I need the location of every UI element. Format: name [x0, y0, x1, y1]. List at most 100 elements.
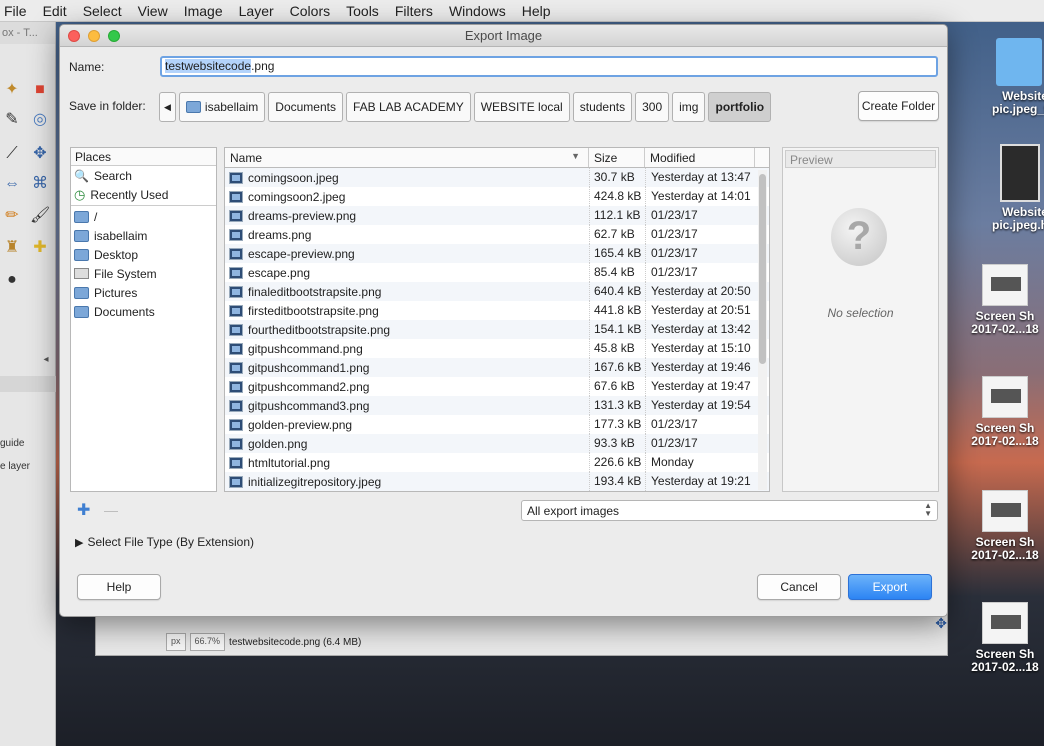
- desktop-icon-screenshot-3[interactable]: Screen Sh 2017-02...18: [960, 490, 1044, 562]
- path-back-icon[interactable]: ◀: [159, 92, 176, 122]
- menu-help[interactable]: Help: [514, 3, 559, 19]
- minimize-window-icon[interactable]: [88, 30, 100, 42]
- filename-input[interactable]: testwebsitecode.png: [160, 56, 938, 77]
- file-row[interactable]: comingsoon.jpeg 30.7 kB Yesterday at 13:47: [225, 168, 769, 187]
- file-name: fourtheditbootstrapsite.png: [248, 322, 391, 337]
- collapse-icon[interactable]: ◂: [36, 350, 56, 370]
- heal-tool-icon[interactable]: ✚: [30, 238, 50, 258]
- filter-value: All export images: [527, 504, 620, 518]
- crumb-portfolio[interactable]: portfolio: [708, 92, 772, 122]
- desktop-icon-website-jpeg[interactable]: Website pic.jpeg_f...: [980, 38, 1044, 116]
- column-size[interactable]: Size: [589, 148, 645, 167]
- unit-select[interactable]: px: [166, 633, 186, 651]
- file-row[interactable]: fourtheditbootstrapsite.png 154.1 kB Yeste…: [225, 320, 769, 339]
- place-root[interactable]: /: [71, 207, 216, 226]
- file-row[interactable]: gitpushcommand2.png 67.6 kB Yesterday at 1…: [225, 377, 769, 396]
- stamp-tool-icon[interactable]: ♜: [2, 238, 22, 258]
- crumb-isabellaim[interactable]: isabellaim: [178, 92, 266, 122]
- place-pictures[interactable]: Pictures: [71, 283, 216, 302]
- desktop-icon-website-html[interactable]: Website pic.jpeg.h...: [980, 144, 1044, 232]
- menu-file[interactable]: File: [0, 3, 35, 19]
- picker-tool-icon[interactable]: ✎: [2, 110, 22, 130]
- file-list-scrollbar[interactable]: [758, 170, 767, 490]
- file-type-expander[interactable]: ▶ Select File Type (By Extension): [75, 535, 254, 549]
- crumb-students[interactable]: students: [572, 92, 633, 122]
- zoom-select[interactable]: 66.7%: [189, 633, 226, 651]
- place-documents[interactable]: Documents: [71, 302, 216, 321]
- file-filter-select[interactable]: All export images ▲ ▼: [521, 500, 938, 521]
- column-name[interactable]: Name ▼: [225, 148, 589, 167]
- place-isabellaim[interactable]: isabellaim: [71, 226, 216, 245]
- add-bookmark-icon[interactable]: ✚: [77, 500, 90, 520]
- export-button[interactable]: Export: [848, 574, 932, 600]
- remove-bookmark-icon[interactable]: —: [104, 502, 118, 518]
- cancel-button[interactable]: Cancel: [757, 574, 841, 600]
- measure-tool-icon[interactable]: ⟋: [2, 144, 22, 164]
- menu-filters[interactable]: Filters: [387, 3, 441, 19]
- question-mark-icon: ?: [831, 208, 887, 266]
- folder-icon: [74, 305, 89, 318]
- file-row[interactable]: gitpushcommand3.png 131.3 kB Yesterday at …: [225, 396, 769, 415]
- crumb-300[interactable]: 300: [635, 92, 670, 122]
- smudge-tool-icon[interactable]: ●: [2, 270, 22, 290]
- menu-colors[interactable]: Colors: [282, 3, 338, 19]
- file-size-cell: 167.6 kB: [589, 358, 645, 377]
- zoom-tool-icon[interactable]: ◎: [30, 110, 50, 130]
- scrollbar-thumb[interactable]: [759, 174, 766, 364]
- move-tool-icon[interactable]: ✥: [30, 144, 50, 164]
- file-row[interactable]: golden.png 93.3 kB 01/23/17: [225, 434, 769, 453]
- file-row[interactable]: gitpushcommand.png 45.8 kB Yesterday at 15…: [225, 339, 769, 358]
- file-row[interactable]: finaleditbootstrapsite.png 640.4 kB Yester…: [225, 282, 769, 301]
- dialog-titlebar: Export Image: [60, 25, 947, 47]
- align-tool-icon[interactable]: ⇔: [2, 174, 22, 194]
- crumb-fab-lab-academy[interactable]: FAB LAB ACADEMY: [345, 92, 471, 122]
- file-row[interactable]: escape.png 85.4 kB 01/23/17: [225, 263, 769, 282]
- file-row[interactable]: dreams.png 62.7 kB 01/23/17: [225, 225, 769, 244]
- transform-tool-icon[interactable]: ⌘: [30, 174, 50, 194]
- column-modified[interactable]: Modified: [645, 148, 755, 167]
- file-name: dreams-preview.png: [248, 208, 357, 223]
- file-name: finaleditbootstrapsite.png: [248, 284, 382, 299]
- place-recently-used[interactable]: ◷ Recently Used: [71, 185, 216, 204]
- brush-tool-icon[interactable]: 🖌: [30, 206, 50, 226]
- desktop-icon-label: Screen Sh 2017-02...18: [971, 421, 1039, 448]
- wand-tool-icon[interactable]: ✦: [2, 80, 22, 100]
- navigate-icon[interactable]: ✥: [935, 615, 947, 632]
- crumb-documents[interactable]: Documents: [268, 92, 343, 122]
- pencil-tool-icon[interactable]: ✏: [2, 206, 22, 226]
- place-desktop[interactable]: Desktop: [71, 245, 216, 264]
- menu-image[interactable]: Image: [176, 3, 231, 19]
- file-row[interactable]: golden-preview.png 177.3 kB 01/23/17: [225, 415, 769, 434]
- file-row[interactable]: dreams-preview.png 112.1 kB 01/23/17: [225, 206, 769, 225]
- file-name-cell: dreams.png: [225, 228, 589, 242]
- desktop-icon-screenshot-4[interactable]: Screen Sh 2017-02...18: [960, 602, 1044, 674]
- toolbox-label-guide: guide: [0, 438, 25, 449]
- menu-tools[interactable]: Tools: [338, 3, 387, 19]
- crumb-img[interactable]: img: [672, 92, 706, 122]
- help-button[interactable]: Help: [77, 574, 161, 600]
- file-row[interactable]: htmltutorial.png 226.6 kB Monday: [225, 453, 769, 472]
- color-select-tool-icon[interactable]: ■: [30, 80, 50, 100]
- file-row[interactable]: escape-preview.png 165.4 kB 01/23/17: [225, 244, 769, 263]
- file-row[interactable]: gitpushcommand1.png 167.6 kB Yesterday at …: [225, 358, 769, 377]
- menu-view[interactable]: View: [130, 3, 176, 19]
- zoom-window-icon[interactable]: [108, 30, 120, 42]
- close-window-icon[interactable]: [68, 30, 80, 42]
- menu-windows[interactable]: Windows: [441, 3, 514, 19]
- file-row[interactable]: comingsoon2.jpeg 424.8 kB Yesterday at 14:…: [225, 187, 769, 206]
- create-folder-button[interactable]: Create Folder: [858, 91, 939, 121]
- menu-edit[interactable]: Edit: [35, 3, 75, 19]
- menu-select[interactable]: Select: [75, 3, 130, 19]
- image-file-icon: [229, 190, 243, 203]
- file-row[interactable]: initializegitrepository.jpeg 193.4 kB Yest…: [225, 472, 769, 491]
- menu-layer[interactable]: Layer: [231, 3, 282, 19]
- place-search[interactable]: 🔍 Search: [71, 166, 216, 185]
- place-file-system[interactable]: File System: [71, 264, 216, 283]
- file-row[interactable]: firsteditbootstrapsite.png 441.8 kB Yester…: [225, 301, 769, 320]
- toolbox-label-layer: e layer: [0, 461, 31, 472]
- drive-icon: [74, 268, 89, 279]
- file-name-cell: escape-preview.png: [225, 247, 589, 261]
- desktop-icon-screenshot-1[interactable]: Screen Sh 2017-02...18: [960, 264, 1044, 336]
- desktop-icon-screenshot-2[interactable]: Screen Sh 2017-02...18: [960, 376, 1044, 448]
- crumb-website-local[interactable]: WEBSITE local: [473, 92, 570, 122]
